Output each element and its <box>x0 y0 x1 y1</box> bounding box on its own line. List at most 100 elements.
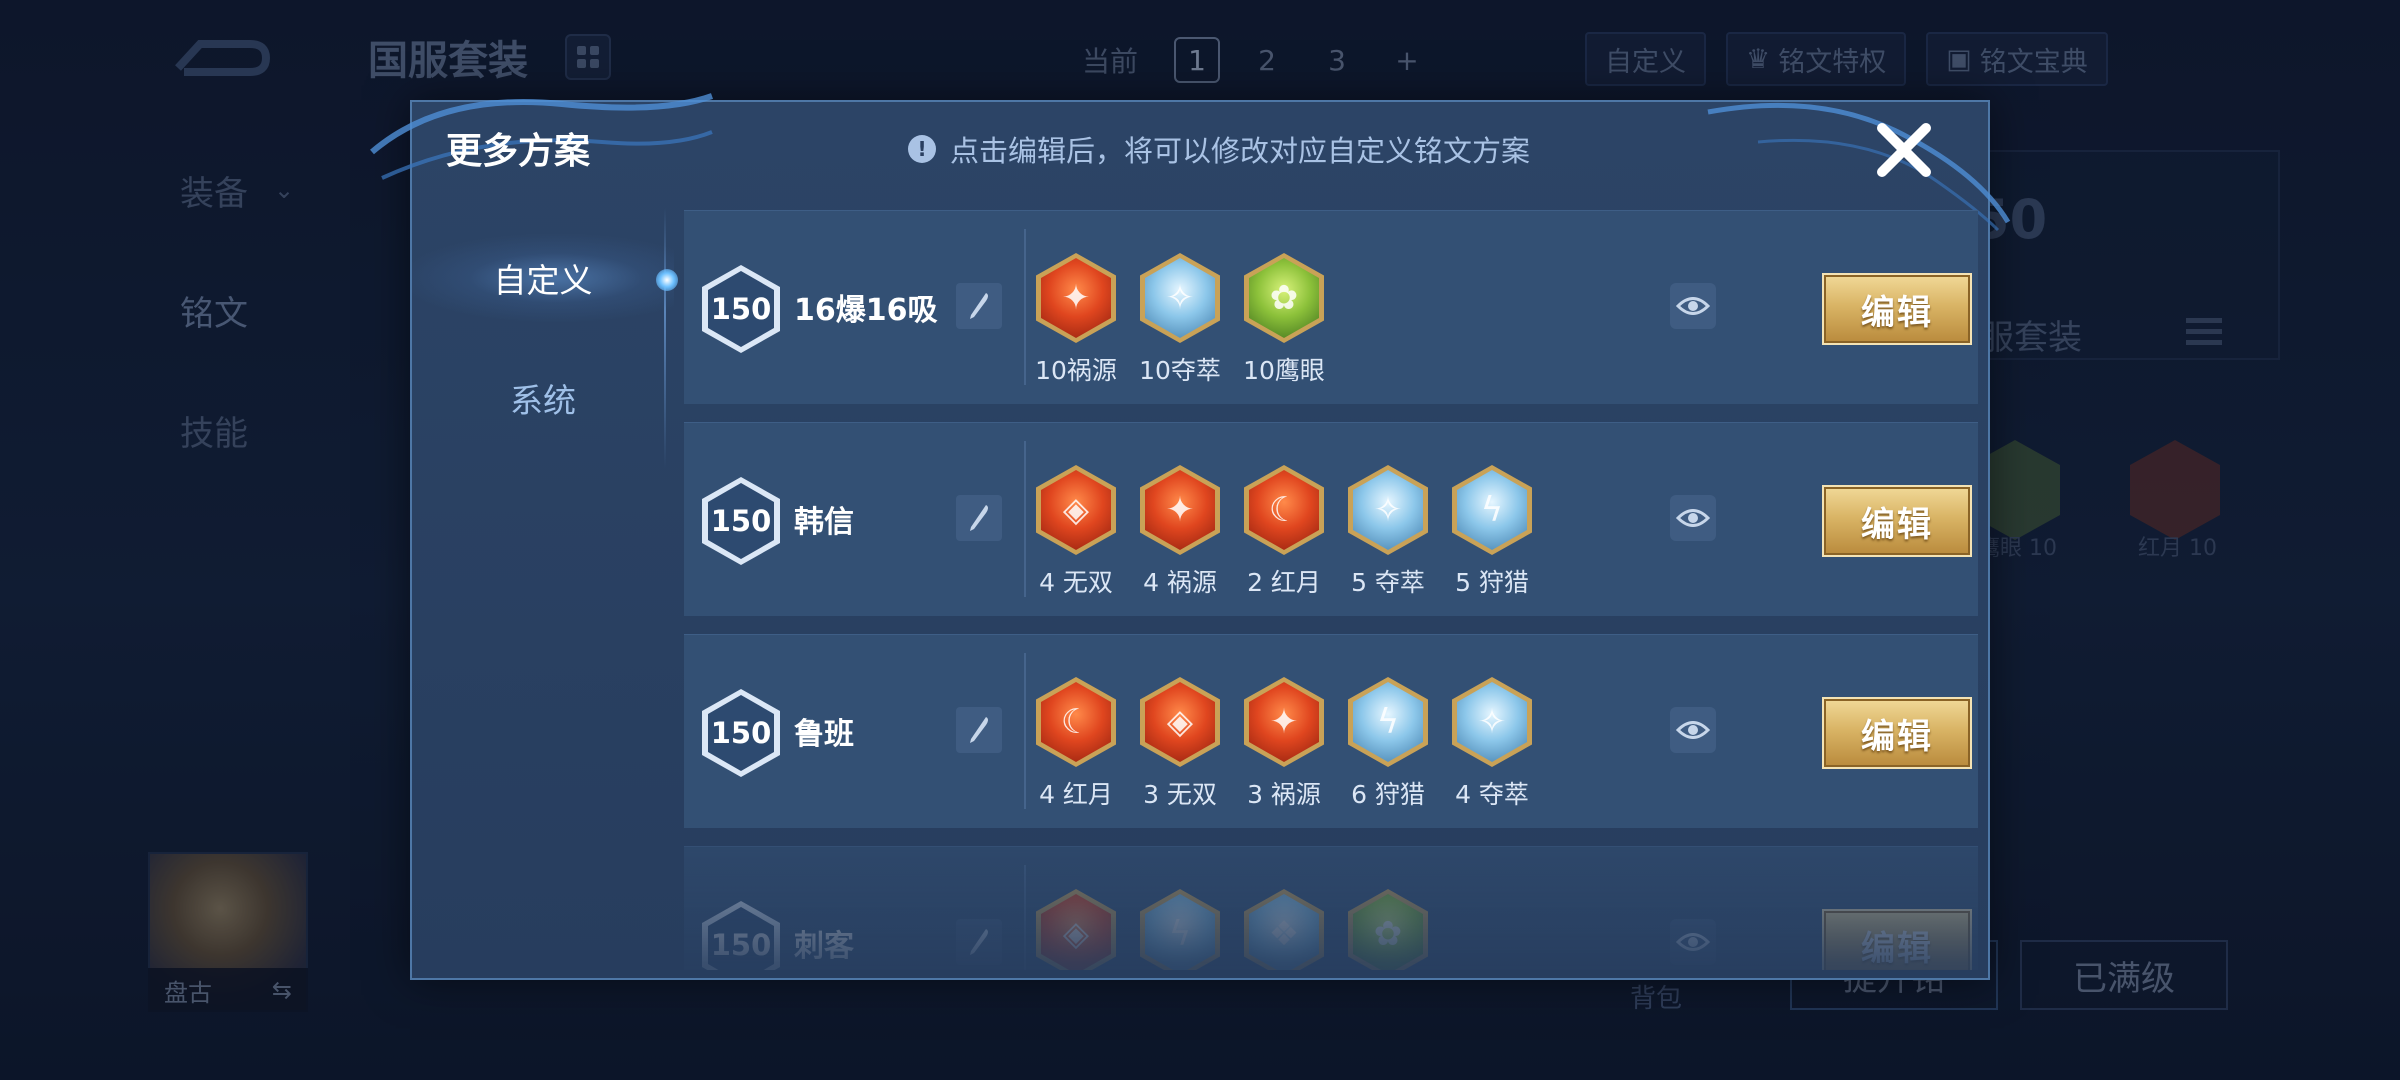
rune-blue-icon: ϟ <box>1348 677 1428 767</box>
rune-label: 4 红月 <box>1039 780 1113 809</box>
rune-blue-icon: ❖ <box>1244 889 1324 970</box>
rune-label: 5 狩猎 <box>1455 568 1529 597</box>
preview-button[interactable] <box>1670 919 1716 965</box>
rune-red-icon: ☾ <box>1244 465 1324 555</box>
scheme-name: 韩信 <box>794 505 854 540</box>
pen-icon <box>970 717 988 743</box>
eye-icon <box>1676 297 1710 315</box>
pen-icon <box>970 929 988 955</box>
scheme-row: 150 16爆16吸 ✦ 10祸源 ✧ 10夺萃 ✿ 10鹰眼 编辑 <box>684 210 1978 404</box>
rune-item: ϟ 5 狩猎 <box>1452 465 1532 599</box>
rune-label: 6 狩猎 <box>1351 780 1425 809</box>
rune-item: ✿ 10鹰眼 <box>1243 253 1325 387</box>
rune-label: 10鹰眼 <box>1243 356 1325 385</box>
modal-title: 更多方案 <box>446 131 591 172</box>
rune-group: ◈ 4 无双 ✦ 4 祸源 ☾ 2 红月 ✧ 5 夺萃 ϟ 5 狩猎 <box>1036 465 1532 599</box>
rune-blue-icon: ✧ <box>1452 677 1532 767</box>
rune-level-value: 150 <box>708 907 774 970</box>
tab-custom[interactable]: 自定义 <box>412 228 674 328</box>
rune-item: ✧ 10夺萃 <box>1139 253 1221 387</box>
rune-label: 4 祸源 <box>1143 568 1217 597</box>
scheme-row: 150 韩信 ◈ 4 无双 ✦ 4 祸源 ☾ 2 红月 ✧ 5 夺萃 ϟ 5 狩猎 编辑 <box>684 422 1978 616</box>
rune-group: ◈ ϟ ❖ ✿ <box>1036 889 1428 970</box>
rune-label: 10夺萃 <box>1139 356 1221 385</box>
rune-item: ✦ 4 祸源 <box>1140 465 1220 599</box>
rune-level-hex-icon: 150 <box>702 477 780 565</box>
pen-icon <box>970 505 988 531</box>
rune-item: ☾ 2 红月 <box>1244 465 1324 599</box>
preview-button[interactable] <box>1670 707 1716 753</box>
rune-level-value: 150 <box>708 695 774 771</box>
rename-button[interactable] <box>956 495 1002 541</box>
active-tab-indicator <box>656 269 678 291</box>
rune-label: 4 夺萃 <box>1455 780 1529 809</box>
rune-red-icon: ☾ <box>1036 677 1116 767</box>
rune-level-hex-icon: 150 <box>702 901 780 970</box>
modal-hint: ! 点击编辑后，将可以修改对应自定义铭文方案 <box>908 128 1530 170</box>
rune-label: 4 无双 <box>1039 568 1113 597</box>
rune-blue-icon: ϟ <box>1140 889 1220 970</box>
rune-red-icon: ✦ <box>1036 253 1116 343</box>
rune-blue-icon: ϟ <box>1452 465 1532 555</box>
edit-button[interactable]: 编辑 <box>1822 697 1972 769</box>
eye-icon <box>1676 509 1710 527</box>
rune-red-icon: ◈ <box>1036 889 1116 970</box>
rune-item: ✧ 4 夺萃 <box>1452 677 1532 811</box>
rune-blue-icon: ✧ <box>1140 253 1220 343</box>
row-divider <box>1024 653 1026 809</box>
rune-item: ◈ <box>1036 889 1116 970</box>
rune-red-icon: ✦ <box>1140 465 1220 555</box>
tab-system[interactable]: 系统 <box>412 348 674 448</box>
rune-label: 5 夺萃 <box>1351 568 1425 597</box>
rune-item: ✧ 5 夺萃 <box>1348 465 1428 599</box>
rune-item: ◈ 4 无双 <box>1036 465 1116 599</box>
rune-item: ✦ 10祸源 <box>1035 253 1117 387</box>
rename-button[interactable] <box>956 283 1002 329</box>
rune-item: ✦ 3 祸源 <box>1244 677 1324 811</box>
eye-icon <box>1676 721 1710 739</box>
scheme-row: 150 刺客 ◈ ϟ ❖ ✿ 编辑 <box>684 846 1978 970</box>
rune-item: ✿ <box>1348 889 1428 970</box>
close-icon[interactable] <box>1868 114 1940 186</box>
rune-item: ❖ <box>1244 889 1324 970</box>
scheme-name: 刺客 <box>794 929 854 964</box>
rune-green-icon: ✿ <box>1348 889 1428 970</box>
rename-button[interactable] <box>956 919 1002 965</box>
rune-item: ϟ 6 狩猎 <box>1348 677 1428 811</box>
rune-label: 3 祸源 <box>1247 780 1321 809</box>
edit-button[interactable]: 编辑 <box>1822 485 1972 557</box>
preview-button[interactable] <box>1670 283 1716 329</box>
rune-item: ☾ 4 红月 <box>1036 677 1116 811</box>
rune-group: ✦ 10祸源 ✧ 10夺萃 ✿ 10鹰眼 <box>1035 253 1325 387</box>
exclamation-icon: ! <box>908 135 936 163</box>
preview-button[interactable] <box>1670 495 1716 541</box>
rune-label: 10祸源 <box>1035 356 1117 385</box>
rune-level-hex-icon: 150 <box>702 689 780 777</box>
rune-item: ϟ <box>1140 889 1220 970</box>
edit-button[interactable]: 编辑 <box>1822 909 1972 970</box>
rune-label: 2 红月 <box>1247 568 1321 597</box>
rune-blue-icon: ✧ <box>1348 465 1428 555</box>
rune-red-icon: ◈ <box>1140 677 1220 767</box>
more-schemes-modal: 更多方案 ! 点击编辑后，将可以修改对应自定义铭文方案 自定义 系统 150 1… <box>370 93 2011 980</box>
row-divider <box>1024 229 1026 385</box>
scheme-name: 鲁班 <box>794 717 854 752</box>
modal-hint-text: 点击编辑后，将可以修改对应自定义铭文方案 <box>950 134 1531 168</box>
rune-red-icon: ✦ <box>1244 677 1324 767</box>
edit-button[interactable]: 编辑 <box>1822 273 1972 345</box>
rune-group: ☾ 4 红月 ◈ 3 无双 ✦ 3 祸源 ϟ 6 狩猎 ✧ 4 夺萃 <box>1036 677 1532 811</box>
rune-red-icon: ◈ <box>1036 465 1116 555</box>
rune-green-icon: ✿ <box>1244 253 1324 343</box>
row-divider <box>1024 441 1026 597</box>
rune-item: ◈ 3 无双 <box>1140 677 1220 811</box>
scheme-name: 16爆16吸 <box>794 293 938 328</box>
rune-level-value: 150 <box>708 483 774 559</box>
eye-icon <box>1676 933 1710 951</box>
scheme-row: 150 鲁班 ☾ 4 红月 ◈ 3 无双 ✦ 3 祸源 ϟ 6 狩猎 ✧ 4 夺萃 编辑 <box>684 634 1978 828</box>
rune-level-value: 150 <box>708 271 774 347</box>
scheme-list[interactable]: 150 16爆16吸 ✦ 10祸源 ✧ 10夺萃 ✿ 10鹰眼 编辑 150 韩信 ◈ <box>684 210 1978 970</box>
rename-button[interactable] <box>956 707 1002 753</box>
scheme-type-tabs: 自定义 系统 <box>412 198 678 980</box>
row-divider <box>1024 865 1026 970</box>
pen-icon <box>970 293 988 319</box>
